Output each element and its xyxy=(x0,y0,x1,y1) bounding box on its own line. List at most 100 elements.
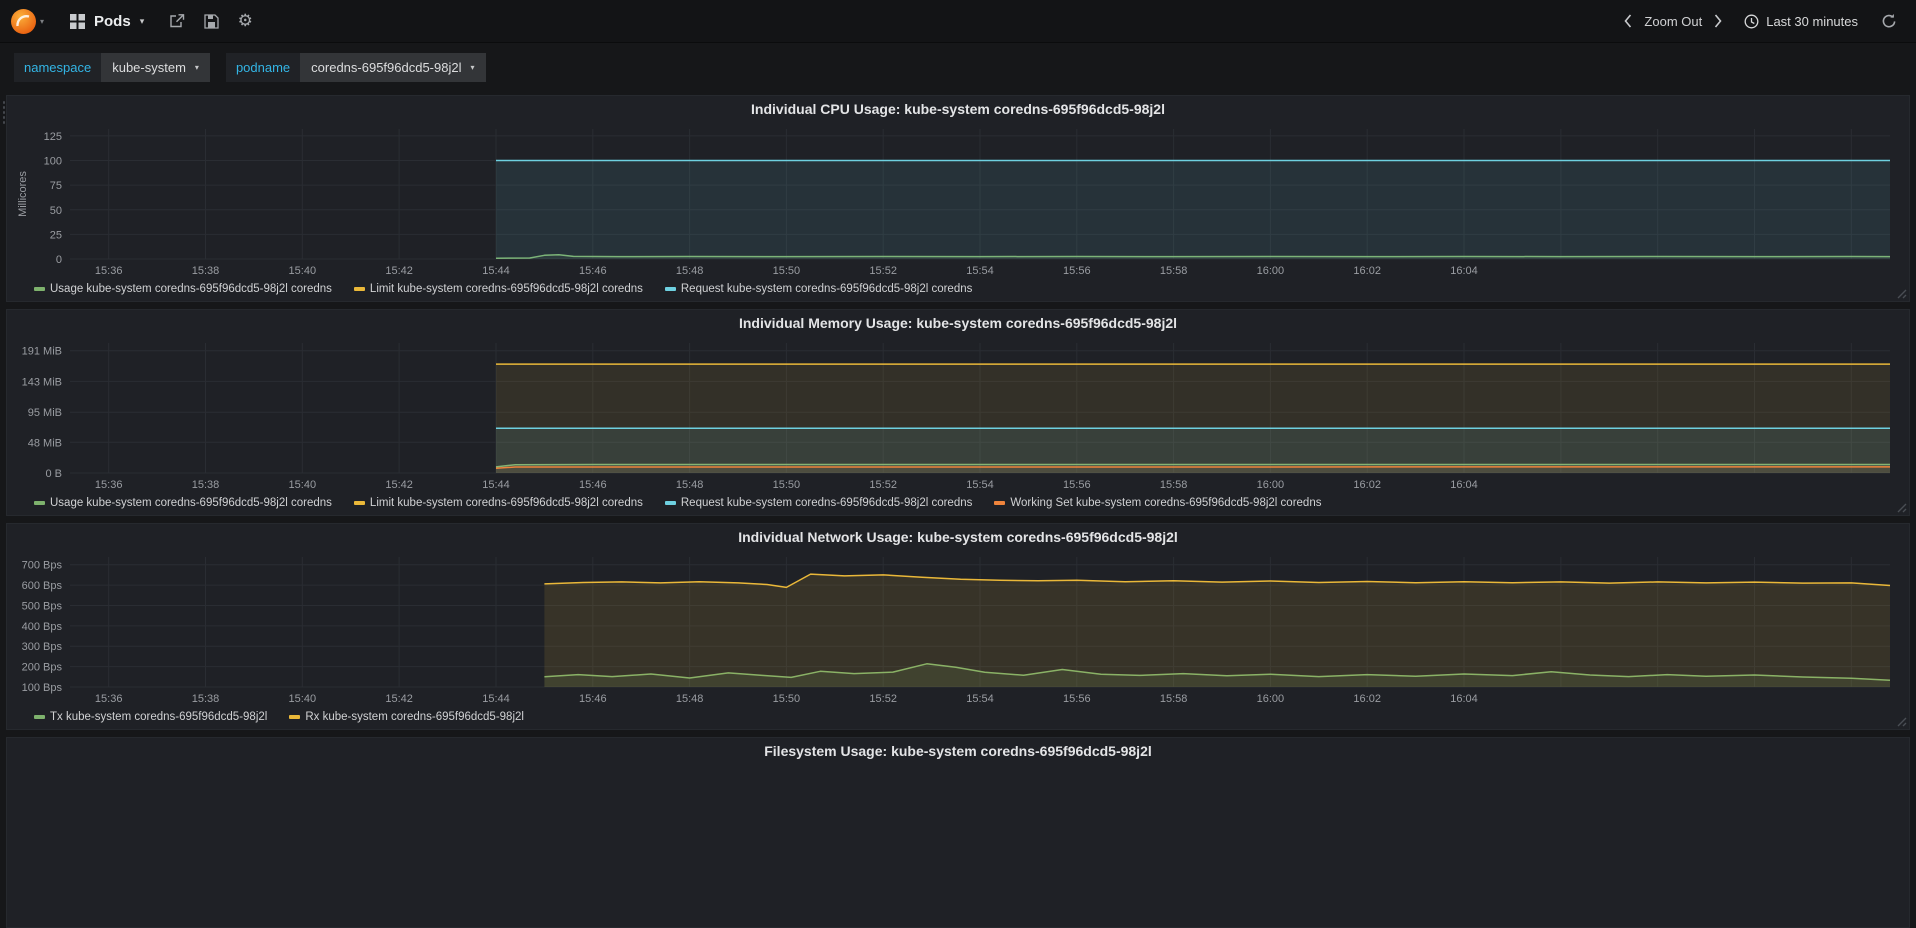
legend-series-color xyxy=(34,501,45,505)
svg-text:16:04: 16:04 xyxy=(1450,693,1478,705)
chevron-right-icon xyxy=(1715,14,1722,28)
svg-text:15:56: 15:56 xyxy=(1063,479,1091,491)
legend-series-name: Usage kube-system coredns-695f96dcd5-98j… xyxy=(50,497,332,509)
svg-text:15:40: 15:40 xyxy=(289,479,317,491)
save-dashboard-button[interactable] xyxy=(194,0,228,42)
svg-text:15:48: 15:48 xyxy=(676,479,704,491)
panel-title[interactable]: Filesystem Usage: kube-system coredns-69… xyxy=(14,738,1902,763)
panel-title[interactable]: Individual CPU Usage: kube-system coredn… xyxy=(14,96,1902,121)
svg-text:15:36: 15:36 xyxy=(95,693,123,705)
svg-text:15:52: 15:52 xyxy=(869,693,897,705)
chart-legend: Usage kube-system coredns-695f96dcd5-98j… xyxy=(14,279,1902,299)
chevron-left-icon xyxy=(1624,14,1632,28)
template-variables-bar: namespace kube-system ▾ podname coredns-… xyxy=(0,43,1916,92)
legend-series-color xyxy=(353,501,365,505)
svg-text:15:44: 15:44 xyxy=(482,479,510,491)
svg-text:15:58: 15:58 xyxy=(1160,479,1188,491)
svg-text:15:52: 15:52 xyxy=(869,479,897,491)
variable-podname-value: coredns-695f96dcd5-98j2l xyxy=(311,60,462,75)
refresh-button[interactable] xyxy=(1872,0,1906,42)
zoom-out-button[interactable]: Zoom Out xyxy=(1640,0,1706,42)
grafana-logo-icon xyxy=(10,8,36,34)
variable-namespace-value: kube-system xyxy=(112,60,186,75)
apps-grid-icon xyxy=(70,13,85,29)
legend-series-color xyxy=(664,287,676,291)
legend-item[interactable]: Request kube-system coredns-695f96dcd5-9… xyxy=(664,283,972,295)
svg-text:15:50: 15:50 xyxy=(773,265,801,277)
chart-legend: Usage kube-system coredns-695f96dcd5-98j… xyxy=(14,493,1902,513)
legend-series-color xyxy=(34,287,45,291)
navbar: ▾ Pods ▾ ⚙ Zoom Out Last 30 minutes xyxy=(0,0,1916,43)
cpu-usage-chart: 15:36 15:38 15:40 15:42 15:44 15:46 15:48 15:50… xyxy=(17,129,1891,277)
share-dashboard-button[interactable] xyxy=(160,0,194,42)
legend-series-name: Tx kube-system coredns-695f96dcd5-98j2l xyxy=(50,711,268,723)
legend-item[interactable]: Rx kube-system coredns-695f96dcd5-98j2l xyxy=(289,711,524,723)
svg-text:15:52: 15:52 xyxy=(869,265,897,277)
svg-text:200 Bps: 200 Bps xyxy=(22,662,63,674)
panel-title[interactable]: Individual Memory Usage: kube-system cor… xyxy=(14,310,1902,335)
svg-text:600 Bps: 600 Bps xyxy=(22,580,63,592)
svg-text:Millicores: Millicores xyxy=(17,171,29,217)
panel-network-usage: Individual Network Usage: kube-system co… xyxy=(6,523,1910,730)
grafana-menu-button[interactable]: ▾ xyxy=(0,0,54,42)
panel-title[interactable]: Individual Network Usage: kube-system co… xyxy=(14,524,1902,549)
svg-text:15:50: 15:50 xyxy=(773,479,801,491)
svg-text:16:02: 16:02 xyxy=(1353,265,1381,277)
svg-text:100: 100 xyxy=(44,156,62,168)
svg-text:500 Bps: 500 Bps xyxy=(22,601,63,613)
legend-series-name: Working Set kube-system coredns-695f96dc… xyxy=(1010,497,1322,509)
legend-item[interactable]: Tx kube-system coredns-695f96dcd5-98j2l xyxy=(34,711,267,723)
time-controls: Zoom Out Last 30 minutes xyxy=(1616,0,1906,42)
legend-series-color xyxy=(34,715,45,719)
panel-resize-handle[interactable] xyxy=(1895,287,1907,299)
panel-resize-handle[interactable] xyxy=(1895,715,1907,727)
chevron-down-icon: ▾ xyxy=(194,62,199,72)
svg-text:15:58: 15:58 xyxy=(1160,265,1188,277)
svg-text:15:44: 15:44 xyxy=(482,265,510,277)
svg-text:0 B: 0 B xyxy=(45,468,62,480)
variable-namespace-dropdown[interactable]: kube-system ▾ xyxy=(101,53,210,82)
legend-series-color xyxy=(289,715,301,719)
legend-item[interactable]: Usage kube-system coredns-695f96dcd5-98j… xyxy=(34,283,332,295)
svg-text:700 Bps: 700 Bps xyxy=(22,560,63,572)
svg-text:16:00: 16:00 xyxy=(1257,479,1285,491)
panel-resize-handle[interactable] xyxy=(1895,501,1907,513)
chevron-down-icon: ▾ xyxy=(470,62,475,72)
svg-text:400 Bps: 400 Bps xyxy=(22,621,63,633)
dashboard-settings-button[interactable]: ⚙ xyxy=(228,0,262,42)
svg-text:15:36: 15:36 xyxy=(95,265,123,277)
svg-text:300 Bps: 300 Bps xyxy=(22,641,63,653)
svg-text:15:56: 15:56 xyxy=(1063,265,1091,277)
legend-series-color xyxy=(994,501,1006,505)
panel-memory-usage: Individual Memory Usage: kube-system cor… xyxy=(6,309,1910,516)
legend-series-name: Limit kube-system coredns-695f96dcd5-98j… xyxy=(369,283,643,295)
variable-podname-dropdown[interactable]: coredns-695f96dcd5-98j2l ▾ xyxy=(300,53,486,82)
svg-text:15:40: 15:40 xyxy=(289,265,317,277)
legend-item[interactable]: Limit kube-system coredns-695f96dcd5-98j… xyxy=(353,497,643,509)
time-range-picker[interactable]: Last 30 minutes xyxy=(1730,0,1872,42)
clock-icon xyxy=(1744,14,1759,28)
svg-text:15:42: 15:42 xyxy=(385,693,413,705)
svg-text:15:46: 15:46 xyxy=(579,265,607,277)
variable-namespace-label: namespace xyxy=(14,53,102,82)
svg-text:16:00: 16:00 xyxy=(1257,265,1285,277)
svg-text:15:54: 15:54 xyxy=(966,479,994,491)
legend-item[interactable]: Limit kube-system coredns-695f96dcd5-98j… xyxy=(353,283,643,295)
svg-text:15:40: 15:40 xyxy=(289,693,317,705)
legend-item[interactable]: Working Set kube-system coredns-695f96dc… xyxy=(994,497,1321,509)
panel-filesystem-usage: Filesystem Usage: kube-system coredns-69… xyxy=(6,737,1910,928)
svg-text:15:38: 15:38 xyxy=(192,265,220,277)
legend-item[interactable]: Request kube-system coredns-695f96dcd5-9… xyxy=(664,497,972,509)
dashboard-picker[interactable]: Pods ▾ xyxy=(54,0,160,42)
chart-legend: Tx kube-system coredns-695f96dcd5-98j2l R… xyxy=(14,707,1902,727)
legend-series-name: Usage kube-system coredns-695f96dcd5-98j… xyxy=(50,283,332,295)
svg-text:15:42: 15:42 xyxy=(385,265,413,277)
time-shift-forward-button[interactable] xyxy=(1706,0,1730,42)
svg-text:15:42: 15:42 xyxy=(385,479,413,491)
svg-text:16:00: 16:00 xyxy=(1257,693,1285,705)
time-shift-back-button[interactable] xyxy=(1616,0,1640,42)
svg-text:15:58: 15:58 xyxy=(1160,693,1188,705)
legend-item[interactable]: Usage kube-system coredns-695f96dcd5-98j… xyxy=(34,497,332,509)
svg-text:15:56: 15:56 xyxy=(1063,693,1091,705)
save-icon xyxy=(204,13,219,29)
